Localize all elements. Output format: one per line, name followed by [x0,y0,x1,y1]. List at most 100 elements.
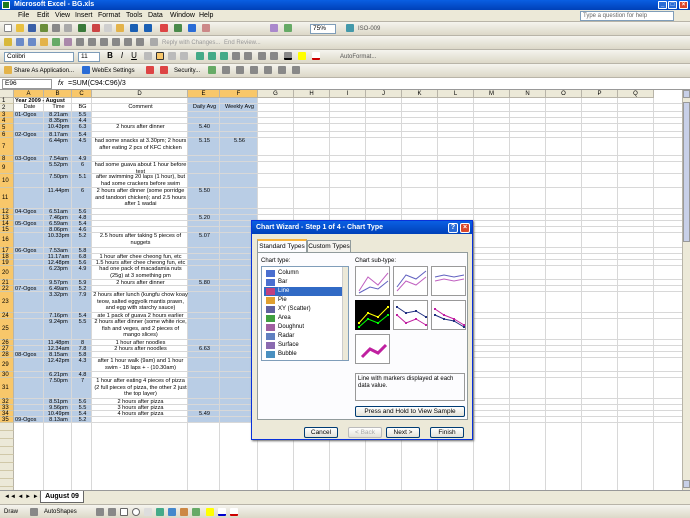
column-header-l[interactable]: L [438,90,474,98]
row-header[interactable]: 5 [0,124,14,132]
chart-subtype-6[interactable] [431,300,466,330]
row-header[interactable] [0,447,14,455]
new-comment-icon[interactable] [40,38,48,46]
column-header-b[interactable]: B [44,90,72,98]
tab-custom-types[interactable]: Custom Types [307,240,351,252]
drawing-icon[interactable] [202,24,210,32]
scroll-thumb[interactable] [683,102,690,242]
font-color-icon[interactable] [312,52,320,60]
align-right-icon[interactable] [168,52,176,60]
formula-input[interactable]: =SUM(C94:C96)/3 [68,78,126,89]
cell-c-29[interactable]: 4.3 [72,358,92,372]
cell-d-2[interactable]: Comment [92,104,188,112]
column-header-g[interactable]: G [258,90,294,98]
insert-hyperlink-icon[interactable] [270,24,278,32]
column-header-o[interactable]: O [546,90,582,98]
minimize-button[interactable]: _ [658,1,667,9]
cell-c-25[interactable]: 5.5 [72,319,92,340]
cut-icon[interactable] [92,24,100,32]
zoom-select[interactable]: 75% [310,24,336,34]
menu-insert[interactable]: Insert [75,11,93,21]
cell-a-35[interactable]: 09-Ogos [14,417,44,423]
select-all-corner[interactable] [0,90,14,98]
cell-b-31[interactable]: 7.50pm [44,378,72,399]
chart-type-pie[interactable]: Pie [264,296,348,305]
cell-b-25[interactable]: 9.24pm [44,319,72,340]
cell-d-7[interactable]: had some snacks at 3.30pm; 2 hours after… [92,138,188,156]
oval-icon[interactable] [132,508,140,516]
show-comment-icon[interactable] [52,38,60,46]
column-header-q[interactable]: Q [618,90,654,98]
cell-c-2[interactable]: BG [72,104,92,112]
cell-b-5[interactable]: 10.43pm [44,124,72,132]
editor-icon[interactable] [278,66,286,74]
menu-view[interactable]: View [55,11,70,21]
menu-data[interactable]: Data [148,11,163,21]
wordart-icon[interactable] [156,508,164,516]
menu-edit[interactable]: Edit [37,11,49,21]
fill-color-icon[interactable] [298,52,306,60]
chart-type-column[interactable]: Column [264,269,348,278]
row-header[interactable]: 11 [0,188,14,209]
help-icon[interactable] [346,24,354,32]
decrease-indent-icon[interactable] [258,52,266,60]
redo-icon[interactable] [144,24,152,32]
chart-type-xy-scatter[interactable]: XY (Scatter) [264,305,348,314]
reply-with-changes[interactable]: Reply with Changes... [162,38,220,48]
cell-e-34[interactable]: 5.49 [188,411,220,417]
cell-b-16[interactable]: 10.33pm [44,233,72,248]
undo-icon[interactable] [130,24,138,32]
reviewing-pane-icon[interactable] [64,38,72,46]
cell-e-16[interactable]: 5.07 [188,233,220,248]
underline-icon[interactable]: U [130,52,138,60]
tab-standard-types[interactable]: Standard Types [257,239,307,253]
edit-comment-icon[interactable] [88,38,96,46]
row-header[interactable]: 29 [0,358,14,372]
row-header[interactable]: 2 [0,104,14,112]
cell-a-17[interactable]: 06-Ogos [14,248,44,254]
cell-b-7[interactable]: 6.44pm [44,138,72,156]
delete-comment-icon[interactable] [76,38,84,46]
autosum-icon[interactable] [160,24,168,32]
copy-icon[interactable] [104,24,112,32]
chart-type-bubble[interactable]: Bubble [264,350,348,359]
column-header-e[interactable]: E [188,90,220,98]
scroll-up-icon[interactable] [683,90,690,98]
next-comment-icon[interactable] [28,38,36,46]
sheet-tab-august[interactable]: August 09 [40,491,84,503]
row-header[interactable]: 16 [0,233,14,248]
press-hold-sample-button[interactable]: Press and Hold to View Sample [355,406,465,417]
column-header-h[interactable]: H [294,90,330,98]
dialog-close-button[interactable]: × [460,223,470,233]
cell-b-2[interactable]: Time [44,104,72,112]
line-icon[interactable] [96,508,104,516]
reject-icon[interactable] [136,38,144,46]
chart-type-radar[interactable]: Radar [264,332,348,341]
font-color-draw-icon[interactable] [230,508,238,516]
currency-icon[interactable] [196,52,204,60]
autoshapes-menu[interactable]: AutoShapes [44,507,77,517]
reply-icon[interactable] [150,38,158,46]
row-header[interactable] [0,423,14,431]
share-as-application-button[interactable]: Share As Application... [14,66,74,76]
row-header[interactable]: 25 [0,319,14,340]
chart-subtype-7[interactable] [355,334,390,364]
finish-button[interactable]: Finish [430,427,464,438]
row-header[interactable]: 9 [0,162,14,174]
line-color-icon[interactable] [218,508,226,516]
cell-d-16[interactable]: 2.5 hours after taking 5 pieces of nugge… [92,233,188,248]
borders-icon[interactable] [284,52,292,60]
cell-d-21[interactable]: 2 hours after dinner [92,280,188,286]
macro-icon[interactable] [208,66,216,74]
fill-color-draw-icon[interactable] [206,508,214,516]
textbox-icon[interactable] [144,508,152,516]
cell-e-2[interactable]: Daily Avg [188,104,220,112]
record-icon[interactable] [160,66,168,74]
cancel-button[interactable]: Cancel [304,427,338,438]
cell-b-29[interactable]: 12.42pm [44,358,72,372]
end-review[interactable]: End Review... [224,38,261,48]
align-left-icon[interactable] [144,52,152,60]
cell-a-2[interactable]: Date [14,104,44,112]
merge-icon[interactable] [180,52,188,60]
open-icon[interactable] [16,24,24,32]
